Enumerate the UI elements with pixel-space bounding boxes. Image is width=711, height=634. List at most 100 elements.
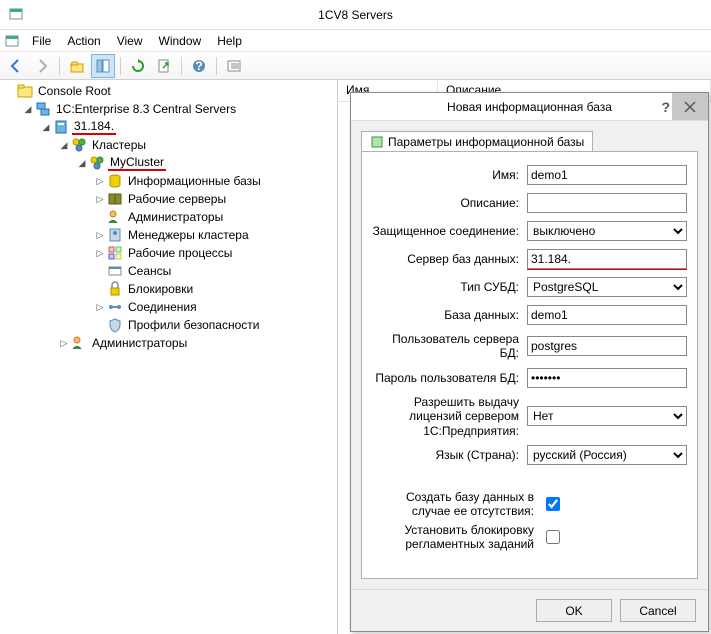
tree-central-servers[interactable]: ◢ 1C:Enterprise 8.3 Central Servers: [22, 100, 337, 118]
expander-open-icon[interactable]: ◢: [58, 139, 70, 151]
expander-open-icon[interactable]: ◢: [22, 103, 34, 115]
tree-label: 31.184.: [72, 119, 116, 135]
label-license: Разрешить выдачу лицензий сервером 1С:Пр…: [372, 395, 527, 438]
tree-label: Администраторы: [90, 336, 189, 350]
tree-connections[interactable]: ▷ Соединения: [94, 298, 337, 316]
cancel-button[interactable]: Cancel: [620, 599, 696, 622]
up-button[interactable]: [65, 54, 89, 78]
properties-button[interactable]: [222, 54, 246, 78]
expander-empty: [94, 265, 106, 277]
database-icon: [107, 173, 123, 189]
tree-mycluster[interactable]: ◢ MyCluster: [76, 154, 337, 172]
label-dbuser: Пользователь сервера БД:: [372, 332, 527, 361]
main-area: Console Root ◢ 1C:Enterprise 8.3 Central…: [0, 80, 711, 634]
tree-administrators-top[interactable]: ▷ Администраторы: [58, 334, 337, 352]
dialog-body: Параметры информационной базы Имя: Описа…: [351, 121, 708, 589]
shield-icon: [107, 317, 123, 333]
tab-content: Имя: Описание: Защищенное соединение:вык…: [361, 151, 698, 579]
input-dbname[interactable]: [527, 305, 687, 325]
expander-open-icon[interactable]: ◢: [76, 157, 88, 169]
tree-work-processes[interactable]: ▷ Рабочие процессы: [94, 244, 337, 262]
cluster-icon: [89, 155, 105, 171]
expander-open-icon[interactable]: ◢: [40, 121, 52, 133]
label-dbtype: Тип СУБД:: [372, 280, 527, 294]
menu-window[interactable]: Window: [151, 32, 210, 50]
server-icon: [53, 119, 69, 135]
new-infobase-dialog: Новая информационная база ? Параметры ин…: [350, 92, 709, 632]
forward-button[interactable]: [30, 54, 54, 78]
expander-closed-icon[interactable]: ▷: [94, 229, 106, 241]
tree-root[interactable]: Console Root: [4, 82, 337, 100]
tree-work-servers[interactable]: ▷ Рабочие серверы: [94, 190, 337, 208]
refresh-button[interactable]: [126, 54, 150, 78]
tree-administrators[interactable]: Администраторы: [94, 208, 337, 226]
tree-infobases[interactable]: ▷ Информационные базы: [94, 172, 337, 190]
select-lang[interactable]: русский (Россия): [527, 445, 687, 465]
back-button[interactable]: [4, 54, 28, 78]
input-name[interactable]: [527, 165, 687, 185]
menubar: File Action View Window Help: [0, 30, 711, 52]
tree-label: Информационные базы: [126, 174, 263, 188]
tree-label: Рабочие процессы: [126, 246, 234, 260]
expander-closed-icon[interactable]: ▷: [58, 337, 70, 349]
tree-label: Администраторы: [126, 210, 225, 224]
cluster-group-icon: [71, 137, 87, 153]
label-secure: Защищенное соединение:: [372, 224, 527, 238]
label-dbpass: Пароль пользователя БД:: [372, 371, 527, 385]
tree-security-profiles[interactable]: Профили безопасности: [94, 316, 337, 334]
tab-header: Параметры информационной базы: [361, 131, 698, 152]
dialog-close-button[interactable]: [672, 93, 708, 120]
tree-label: Блокировки: [126, 282, 195, 296]
servers-icon: [107, 191, 123, 207]
label-dbserver: Сервер баз данных:: [372, 252, 527, 266]
tree-sessions[interactable]: Сеансы: [94, 262, 337, 280]
label-lang: Язык (Страна):: [372, 448, 527, 462]
menu-help[interactable]: Help: [209, 32, 250, 50]
checkbox-createdb[interactable]: [546, 497, 560, 511]
processes-icon: [107, 245, 123, 261]
menu-action[interactable]: Action: [59, 32, 108, 50]
select-secure[interactable]: выключено: [527, 221, 687, 241]
tree-cluster-managers[interactable]: ▷ Менеджеры кластера: [94, 226, 337, 244]
users-icon: [107, 209, 123, 225]
input-dbuser[interactable]: [527, 336, 687, 356]
expander-empty: [94, 283, 106, 295]
tree-server[interactable]: ◢ 31.184.: [40, 118, 337, 136]
dialog-titlebar: Новая информационная база ?: [351, 93, 708, 121]
toolbar-separator: [181, 57, 182, 75]
label-createdb: Создать базу данных в случае ее отсутств…: [372, 490, 542, 519]
menu-file[interactable]: File: [24, 32, 59, 50]
show-hide-tree-button[interactable]: [91, 54, 115, 78]
input-desc[interactable]: [527, 193, 687, 213]
svg-text:?: ?: [195, 59, 202, 73]
expander-closed-icon[interactable]: ▷: [94, 193, 106, 205]
input-dbserver[interactable]: [527, 249, 687, 269]
select-dbtype[interactable]: PostgreSQL: [527, 277, 687, 297]
dialog-help-button[interactable]: ?: [661, 99, 670, 115]
tree-label: Менеджеры кластера: [126, 228, 251, 242]
expander-closed-icon[interactable]: ▷: [94, 247, 106, 259]
window-title: 1CV8 Servers: [318, 8, 393, 22]
label-desc: Описание:: [372, 196, 527, 210]
expander-empty: [94, 319, 106, 331]
tab-parameters[interactable]: Параметры информационной базы: [361, 131, 593, 152]
input-dbpass[interactable]: [527, 368, 687, 388]
expander-closed-icon[interactable]: ▷: [94, 301, 106, 313]
checkbox-block[interactable]: [546, 530, 560, 544]
dialog-title: Новая информационная база: [447, 100, 612, 114]
users-icon: [71, 335, 87, 351]
tree-locks[interactable]: Блокировки: [94, 280, 337, 298]
help-button[interactable]: ?: [187, 54, 211, 78]
menu-view[interactable]: View: [109, 32, 151, 50]
tree-clusters[interactable]: ◢ Кластеры: [58, 136, 337, 154]
ok-button[interactable]: OK: [536, 599, 612, 622]
tree-pane: Console Root ◢ 1C:Enterprise 8.3 Central…: [0, 80, 338, 634]
export-button[interactable]: [152, 54, 176, 78]
content-pane: Имя Описание Новая информационная база ?…: [338, 80, 711, 634]
select-license[interactable]: Нет: [527, 406, 687, 426]
sessions-icon: [107, 263, 123, 279]
expander-closed-icon[interactable]: ▷: [94, 175, 106, 187]
expander-empty: [94, 211, 106, 223]
toolbar: ?: [0, 52, 711, 80]
expander-icon[interactable]: [4, 85, 16, 97]
